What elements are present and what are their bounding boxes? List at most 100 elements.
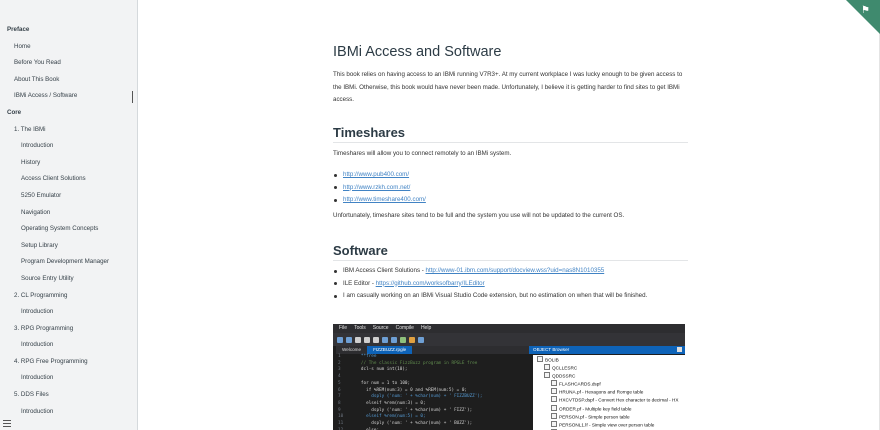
timeshares-note: Unfortunately, timeshare sites tend to b…	[333, 212, 625, 219]
sidebar-item[interactable]: 5. DDS Files	[0, 387, 137, 404]
sidebar-item[interactable]: Program Development Manager	[0, 254, 137, 271]
tree-item: HXCVTDSP.dspf - Convert Hex character to…	[533, 396, 685, 404]
paste-icon	[373, 336, 379, 343]
line-number: 7	[338, 394, 341, 400]
code-line: 1 **free	[338, 354, 529, 361]
sidebar-item[interactable]: 3. RPG Programming	[0, 321, 137, 338]
divider	[333, 142, 688, 143]
software-label: IBM Access Client Solutions -	[343, 267, 426, 274]
timeshares-link-list: http://www.pub400.com/http://www.rzkh.co…	[333, 169, 426, 207]
software-label: I am casually working on an IBMi Visual …	[343, 292, 648, 299]
code-line: 11 dsply ('num: ' + %char(num) + ' BUZZ'…	[338, 421, 529, 428]
sidebar-section-header: Preface	[7, 26, 30, 33]
screenshot-menu-item: Tools	[354, 325, 366, 331]
list-item: ILE Editor - https://github.com/worksofb…	[333, 278, 647, 291]
toc-list: Preface Home Before You Read About This Boo…	[0, 0, 137, 420]
sidebar-item[interactable]: About This Book	[0, 72, 137, 89]
line-number: 8	[338, 400, 341, 406]
compile-icon	[400, 336, 406, 343]
save-icon	[346, 336, 352, 343]
bookmark-icon[interactable]: ⚑	[861, 6, 871, 16]
screenshot-menu-item: Source	[372, 325, 389, 331]
sidebar-item[interactable]: Introduction	[0, 138, 137, 155]
sidebar-item[interactable]: Introduction	[0, 337, 137, 354]
redo-icon	[391, 336, 397, 343]
screenshot-menu-item: Help	[420, 325, 432, 331]
list-item: I am casually working on an IBMi Visual …	[333, 290, 647, 303]
tree-item: PERSON.pf - Simple person table	[533, 413, 685, 421]
screenshot-menu-item: Compile	[395, 325, 414, 331]
code-line: 5 for num = 1 to 100;	[338, 381, 529, 388]
sidebar-item[interactable]: IBMi Access / Software	[0, 88, 137, 105]
code-text: **free	[348, 354, 377, 359]
sidebar-item[interactable]: 1. The IBMi	[0, 122, 137, 139]
timeshare-link[interactable]: http://www.pub400.com/	[343, 171, 409, 178]
editor-tab: Welcome	[342, 347, 362, 352]
sidebar-item[interactable]: 2. CL Programming	[0, 288, 137, 305]
settings-icon	[409, 336, 415, 343]
code-text: dsply ('num: ' + %char(num) + ' FIZZ');	[348, 407, 473, 413]
hamburger-icon[interactable]	[3, 420, 11, 427]
tree-item: QDDSSRC	[533, 372, 685, 380]
code-line: 8 elseif %rem(num:3) = 0;	[338, 401, 529, 408]
sidebar-item[interactable]: Introduction	[0, 404, 137, 421]
sidebar-item[interactable]: Setup Library	[0, 238, 137, 255]
list-item: http://www.rzkh.com.net/	[333, 182, 426, 195]
software-heading: Software	[333, 243, 388, 258]
sidebar-item[interactable]: 5250 Emulator	[0, 188, 137, 205]
sidebar-item[interactable]: Before You Read	[0, 55, 137, 72]
screenshot-object-browser: OBJECT Browser BOLIB QCLLESRC QDDSSRC FLASH…	[529, 346, 685, 430]
software-link[interactable]: https://github.com/worksofbarry/ILEditor	[376, 280, 485, 287]
line-number: 4	[338, 374, 341, 380]
timeshares-heading: Timeshares	[333, 125, 406, 140]
code-text: dsply ('num: ' + %char(num) + ' FIZZBUZZ…	[348, 394, 483, 400]
list-item: http://www.timeshare400.com/	[333, 194, 426, 207]
sidebar-item[interactable]: Navigation	[0, 205, 137, 222]
line-number: 5	[338, 380, 341, 386]
tree-item: FLASHCARDS.dspf	[533, 380, 685, 388]
sidebar-item[interactable]: Introduction	[0, 370, 137, 387]
screenshot-menubar: File Tools Source Compile Help	[333, 324, 685, 333]
sidebar-item[interactable]: Operating System Concepts	[0, 221, 137, 238]
object-browser-title: OBJECT Browser	[529, 346, 685, 354]
open-icon	[337, 336, 343, 343]
timeshare-link[interactable]: http://www.rzkh.com.net/	[343, 184, 410, 191]
list-item: http://www.pub400.com/	[333, 169, 426, 182]
code-line: 3 dcl-s num int(10);	[338, 367, 529, 374]
software-list: IBM Access Client Solutions - http://www…	[333, 265, 647, 303]
sidebar-item[interactable]: Home	[0, 39, 137, 56]
screenshot-menu-item: File	[339, 325, 348, 331]
search-icon	[418, 336, 424, 343]
undo-icon	[382, 336, 388, 343]
cut-icon	[355, 336, 361, 343]
timeshares-text: Timeshares will allow you to connect rem…	[333, 150, 512, 157]
sidebar-item[interactable]: 4. RPG Free Programming	[0, 354, 137, 371]
list-item: IBM Access Client Solutions - http://www…	[333, 265, 647, 278]
ile-editor-screenshot: File Tools Source Compile Help Welcome FIZZBU…	[333, 324, 685, 430]
code-text: dsply ('num: ' + %char(num) + ' BUZZ');	[348, 421, 473, 427]
code-text: elseif %rem(num:5) = 0;	[348, 414, 426, 420]
code-line: 7 dsply ('num: ' + %char(num) + ' FIZZBU…	[338, 394, 529, 401]
code-text: elseif %rem(num:3) = 0;	[348, 400, 426, 406]
tree-item: PERSONL1.lf - Simple view over person ta…	[533, 421, 685, 429]
sidebar-item[interactable]: Source Entry Utility	[0, 271, 137, 288]
screenshot-toolbar	[333, 333, 685, 346]
sidebar-item[interactable]: Access Client Solutions	[0, 171, 137, 188]
editor-tab: FIZZBUZZ.rpgle	[367, 346, 413, 354]
sidebar-item[interactable]: Introduction	[0, 304, 137, 321]
sidebar-toc: Preface Home Before You Read About This Boo…	[0, 0, 138, 430]
page-title: IBMi Access and Software	[333, 44, 502, 60]
software-link[interactable]: http://www-01.ibm.com/support/docview.ws…	[426, 267, 605, 274]
tree-item: BOLIB	[533, 356, 685, 364]
sidebar-item[interactable]: History	[0, 155, 137, 172]
code-line: 4	[338, 374, 529, 381]
line-number: 11	[338, 421, 344, 427]
line-number: 1	[338, 354, 341, 359]
screenshot-editor: Welcome FIZZBUZZ.rpgle 1 **free 2 // The c…	[336, 346, 529, 430]
tree-item: HRUNA.pf - Hexagons and Rornge table	[533, 388, 685, 396]
sidebar-section-header: Core	[7, 108, 22, 116]
divider	[333, 260, 688, 261]
intro-paragraph: This book relies on having access to an …	[333, 71, 683, 104]
tree-item: QCLLESRC	[533, 364, 685, 372]
timeshare-link[interactable]: http://www.timeshare400.com/	[343, 196, 426, 203]
